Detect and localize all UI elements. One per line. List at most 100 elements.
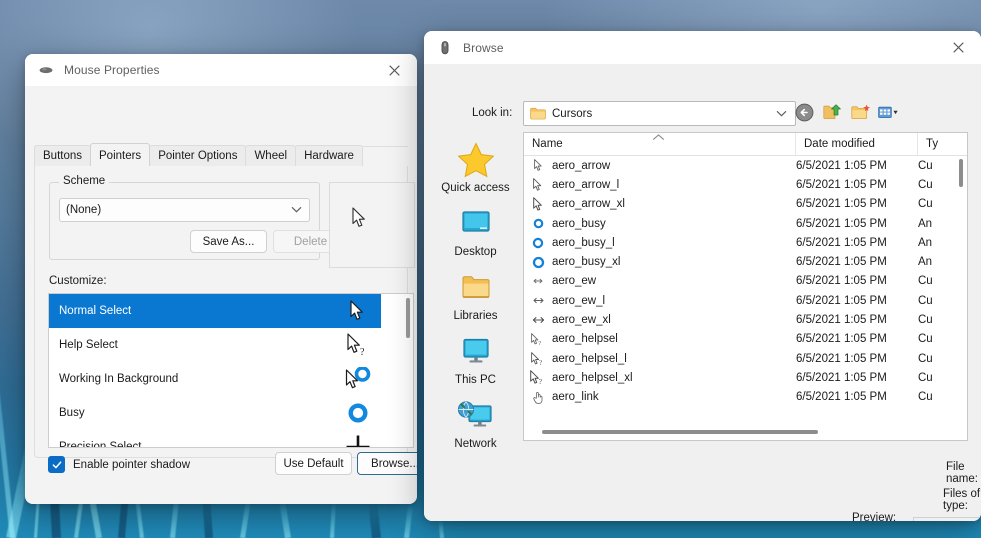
up-one-level-icon[interactable] (822, 102, 843, 123)
list-item-label: Normal Select (59, 305, 132, 317)
file-name: aero_helpsel_l (552, 352, 627, 365)
file-type: Cu (918, 198, 933, 211)
column-header-date-modified[interactable]: Date modified (796, 133, 918, 155)
list-item[interactable]: Working In Background (49, 362, 413, 396)
table-row[interactable]: ? aero_helpsel_xl 6/5/2021 1:05 PM Cu (524, 368, 967, 387)
file-type: Cu (918, 275, 933, 288)
arrow-cursor-icon (527, 177, 549, 193)
pointer-list-scrollbar[interactable] (406, 298, 410, 338)
save-as-button[interactable]: Save As... (190, 230, 267, 253)
customize-label: Customize: (49, 275, 107, 287)
place-this-pc[interactable]: This PC (431, 328, 521, 388)
views-icon[interactable] (878, 102, 899, 123)
folder-icon (530, 107, 546, 120)
place-network[interactable]: Network (431, 392, 521, 452)
mouse-properties-tabs[interactable]: Buttons Pointers Pointer Options Wheel H… (34, 143, 363, 166)
back-icon[interactable] (794, 102, 815, 123)
tab-hardware[interactable]: Hardware (295, 145, 363, 166)
file-list-vertical-scrollbar[interactable] (959, 159, 963, 187)
place-quick-access[interactable]: Quick access (431, 136, 521, 196)
table-row[interactable]: aero_busy 6/5/2021 1:05 PM An (524, 214, 967, 233)
browse-toolbar[interactable] (794, 102, 899, 123)
table-row[interactable]: aero_arrow 6/5/2021 1:05 PM Cu (524, 156, 967, 175)
list-item[interactable]: Help Select ? (49, 328, 413, 362)
tab-pointers[interactable]: Pointers (90, 143, 151, 166)
file-name: aero_link (552, 391, 599, 404)
resize-ew-icon (527, 293, 549, 309)
list-item[interactable]: Busy (49, 396, 413, 430)
file-name-cell: aero_ew (524, 273, 796, 289)
file-date: 6/5/2021 1:05 PM (796, 294, 887, 307)
file-date: 6/5/2021 1:05 PM (796, 217, 887, 230)
checkbox-checked-icon[interactable] (48, 456, 65, 473)
column-header-type[interactable]: Ty (918, 133, 963, 155)
file-list-rows[interactable]: aero_arrow 6/5/2021 1:05 PM Cu aero_arro… (524, 156, 967, 407)
monitor-icon (456, 331, 496, 373)
file-list[interactable]: Name Date modified Ty aero_arrow 6/5/202… (523, 132, 968, 441)
mouse-properties-window[interactable]: Mouse Properties Buttons Pointers Pointe… (25, 54, 417, 504)
table-row[interactable]: aero_ew_xl 6/5/2021 1:05 PM Cu (524, 310, 967, 329)
table-row[interactable]: aero_busy_l 6/5/2021 1:05 PM An (524, 233, 967, 252)
tab-pointer-options[interactable]: Pointer Options (149, 145, 247, 166)
help-cursor-icon: ? (345, 332, 371, 358)
file-name-cell: aero_arrow (524, 158, 796, 174)
busy-ring-icon (527, 235, 549, 251)
place-label: Desktop (454, 246, 497, 258)
place-libraries[interactable]: Libraries (431, 264, 521, 324)
file-list-horizontal-scrollbar[interactable] (542, 430, 818, 434)
table-row[interactable]: aero_ew_l 6/5/2021 1:05 PM Cu (524, 291, 967, 310)
crosshair-icon (345, 434, 371, 447)
file-date: 6/5/2021 1:05 PM (796, 256, 887, 269)
help-cursor-icon: ? (527, 370, 549, 386)
busy-ring-icon (527, 254, 549, 270)
table-row[interactable]: aero_link 6/5/2021 1:05 PM Cu (524, 388, 967, 407)
network-icon (455, 395, 497, 437)
place-label: This PC (455, 374, 496, 386)
file-name-cell: aero_busy_xl (524, 254, 796, 270)
file-type: Cu (918, 333, 933, 346)
list-item[interactable]: Normal Select (49, 294, 381, 328)
file-date: 6/5/2021 1:05 PM (796, 178, 887, 191)
file-list-header[interactable]: Name Date modified Ty (524, 133, 967, 156)
table-row[interactable]: aero_ew 6/5/2021 1:05 PM Cu (524, 272, 967, 291)
table-row[interactable]: aero_arrow_l 6/5/2021 1:05 PM Cu (524, 175, 967, 194)
file-name-cell: aero_ew_xl (524, 312, 796, 328)
browse-title: Browse (463, 40, 504, 55)
tab-wheel[interactable]: Wheel (245, 145, 297, 166)
browse-titlebar[interactable]: Browse (424, 31, 981, 64)
enable-pointer-shadow-row[interactable]: Enable pointer shadow (48, 456, 190, 473)
browse-dialog-window[interactable]: Browse Look in: Cursors Quick access Des… (424, 31, 981, 521)
resize-ew-icon (527, 273, 549, 289)
file-name: aero_busy_xl (552, 256, 621, 269)
tab-label: Pointers (99, 150, 142, 162)
file-name: aero_helpsel_xl (552, 371, 633, 384)
scheme-preview-box (329, 182, 415, 268)
mouse-properties-titlebar[interactable]: Mouse Properties (25, 54, 417, 86)
place-label: Network (454, 438, 497, 450)
new-folder-icon[interactable] (850, 102, 871, 123)
table-row[interactable]: aero_arrow_xl 6/5/2021 1:05 PM Cu (524, 195, 967, 214)
table-row[interactable]: aero_busy_xl 6/5/2021 1:05 PM An (524, 252, 967, 271)
file-type: Cu (918, 314, 933, 327)
resize-ew-icon (527, 312, 549, 328)
file-date: 6/5/2021 1:05 PM (796, 314, 887, 327)
list-item[interactable]: Precision Select (49, 430, 413, 447)
file-name-cell: ? aero_helpsel (524, 331, 796, 347)
look-in-combobox[interactable]: Cursors (523, 101, 796, 126)
browse-button[interactable]: Browse... (357, 452, 417, 475)
place-desktop[interactable]: Desktop (431, 200, 521, 260)
close-icon[interactable] (936, 31, 981, 63)
table-row[interactable]: ? aero_helpsel 6/5/2021 1:05 PM Cu (524, 330, 967, 349)
file-name: aero_arrow_l (552, 178, 620, 191)
use-default-button[interactable]: Use Default (275, 452, 352, 475)
tab-buttons[interactable]: Buttons (34, 145, 91, 166)
places-bar[interactable]: Quick access Desktop Libraries This PC N… (428, 126, 523, 466)
place-label: Quick access (441, 182, 510, 194)
file-name-cell: aero_link (524, 389, 796, 405)
close-icon[interactable] (372, 54, 417, 86)
scheme-combobox[interactable]: (None) (59, 198, 310, 222)
pointer-customize-list[interactable]: Normal Select Help Select ? Working In B… (48, 293, 414, 448)
delete-label: Delete (293, 235, 328, 248)
mouse-icon (38, 62, 54, 78)
table-row[interactable]: ? aero_helpsel_l 6/5/2021 1:05 PM Cu (524, 349, 967, 368)
